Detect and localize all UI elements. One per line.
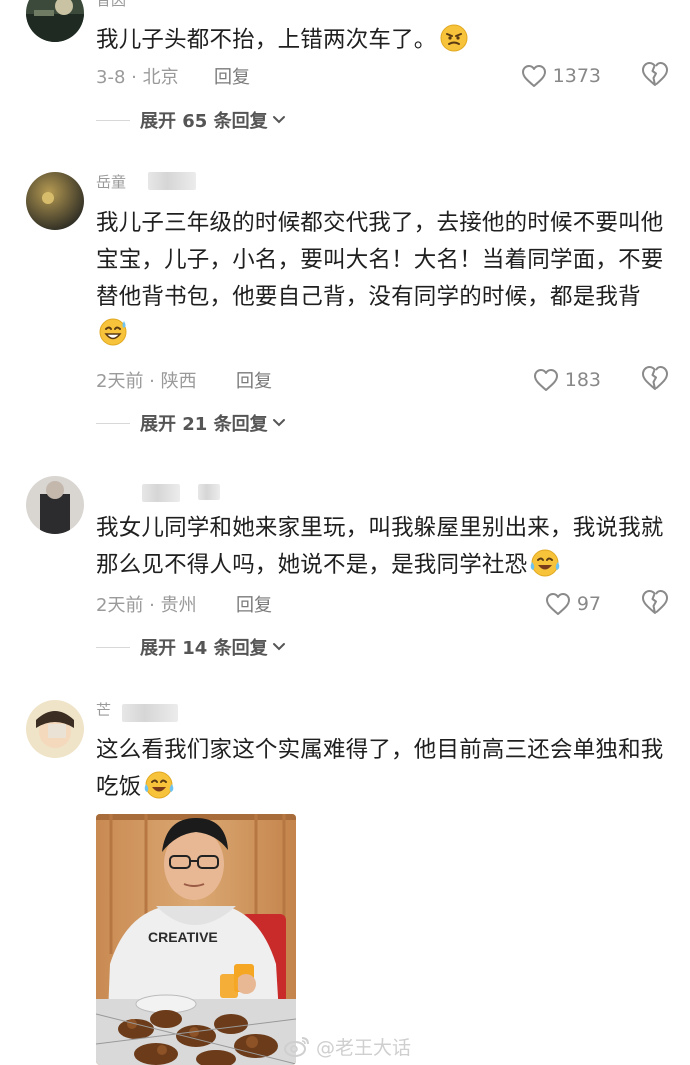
comment-username[interactable]: 芒 — [96, 700, 111, 720]
comment-text: 我儿子三年级的时候都交代我了，去接他的时候不要叫他宝宝，儿子，小名，要叫大名！大… — [96, 205, 671, 359]
comment-date-location: 2天前 · 陕西 — [96, 371, 197, 392]
comment-username[interactable]: 昔因 — [96, 0, 126, 10]
like-button[interactable]: 183 — [533, 365, 601, 395]
comment-feed: 昔因 我儿子头都不抬，上错两次车了。 3-8 · 北京 回复 1373 展开 6… — [0, 0, 690, 1065]
broken-heart-icon — [642, 590, 668, 614]
comment-date-location: 3-8 · 北京 — [96, 67, 179, 88]
shirt-print: CREATIVE — [148, 929, 218, 945]
comment-body: 我儿子三年级的时候都交代我了，去接他的时候不要叫他宝宝，儿子，小名，要叫大名！大… — [96, 210, 664, 310]
like-button[interactable]: 1373 — [521, 61, 601, 91]
weibo-logo-icon — [284, 1037, 309, 1057]
expand-replies-label: 展开 14 条回复 — [140, 638, 268, 659]
comment-body: 我女儿同学和她来家里玩，叫我躲屋里别出来，我说我就那么见不得人吗，她说不是，是我… — [96, 515, 664, 578]
heart-outline-icon — [533, 369, 558, 391]
like-count: 183 — [564, 369, 601, 391]
divider — [96, 646, 130, 648]
comment-photo[interactable]: CREATIVE — [96, 814, 296, 1065]
dislike-button[interactable] — [641, 61, 671, 91]
expand-replies-label: 展开 65 条回复 — [140, 111, 268, 132]
expand-replies-button[interactable]: 展开 21 条回复 — [96, 409, 286, 437]
chevron-down-icon — [272, 643, 285, 651]
dislike-button[interactable] — [641, 589, 671, 619]
divider — [96, 422, 130, 424]
avatar[interactable] — [26, 0, 84, 42]
expand-replies-button[interactable]: 展开 65 条回复 — [96, 106, 286, 134]
reply-button[interactable]: 回复 — [214, 63, 250, 89]
comment-text: 我女儿同学和她来家里玩，叫我躲屋里别出来，我说我就那么见不得人吗，她说不是，是我… — [96, 510, 671, 590]
like-count: 97 — [576, 593, 601, 615]
avatar[interactable] — [26, 700, 84, 758]
tears-of-joy-emoji-icon — [529, 548, 561, 590]
comment-date-location: 2天前 · 贵州 — [96, 595, 197, 616]
broken-heart-icon — [642, 62, 668, 86]
comment-body: 我儿子头都不抬，上错两次车了。 — [96, 27, 437, 53]
comment-username[interactable]: 岳童 — [96, 172, 126, 192]
comment-body: 这么看我们家这个实属难得了，他目前高三还会单独和我吃饭 — [96, 737, 664, 800]
broken-heart-icon — [642, 366, 668, 390]
watermark: @老王大话 — [284, 1033, 411, 1059]
username-redaction — [198, 484, 220, 500]
avatar[interactable] — [26, 476, 84, 534]
expand-replies-label: 展开 21 条回复 — [140, 414, 268, 435]
heart-outline-icon — [545, 593, 570, 615]
like-button[interactable]: 97 — [545, 589, 601, 619]
comment-meta: 3-8 · 北京 回复 1373 — [96, 61, 671, 91]
tears-of-joy-emoji-icon — [143, 770, 175, 812]
username-redaction — [142, 484, 180, 502]
like-count: 1373 — [552, 65, 601, 87]
expand-replies-button[interactable]: 展开 14 条回复 — [96, 633, 286, 661]
angry-emoji-icon — [439, 23, 469, 65]
comment-meta: 2天前 · 陕西 回复 183 — [96, 365, 671, 395]
reply-button[interactable]: 回复 — [236, 367, 272, 393]
comment-text: 我儿子头都不抬，上错两次车了。 — [96, 22, 671, 65]
watermark-text: @老王大话 — [316, 1036, 412, 1059]
dislike-button[interactable] — [641, 365, 671, 395]
laughing-sweat-emoji-icon — [98, 317, 130, 359]
username-redaction — [122, 704, 178, 722]
comment-meta: 2天前 · 贵州 回复 97 — [96, 589, 671, 619]
divider — [96, 119, 130, 121]
chevron-down-icon — [272, 116, 285, 124]
chevron-down-icon — [272, 419, 285, 427]
comment-text: 这么看我们家这个实属难得了，他目前高三还会单独和我吃饭 — [96, 732, 671, 812]
reply-button[interactable]: 回复 — [236, 591, 272, 617]
avatar[interactable] — [26, 172, 84, 230]
heart-outline-icon — [521, 65, 546, 87]
username-redaction — [148, 172, 196, 190]
